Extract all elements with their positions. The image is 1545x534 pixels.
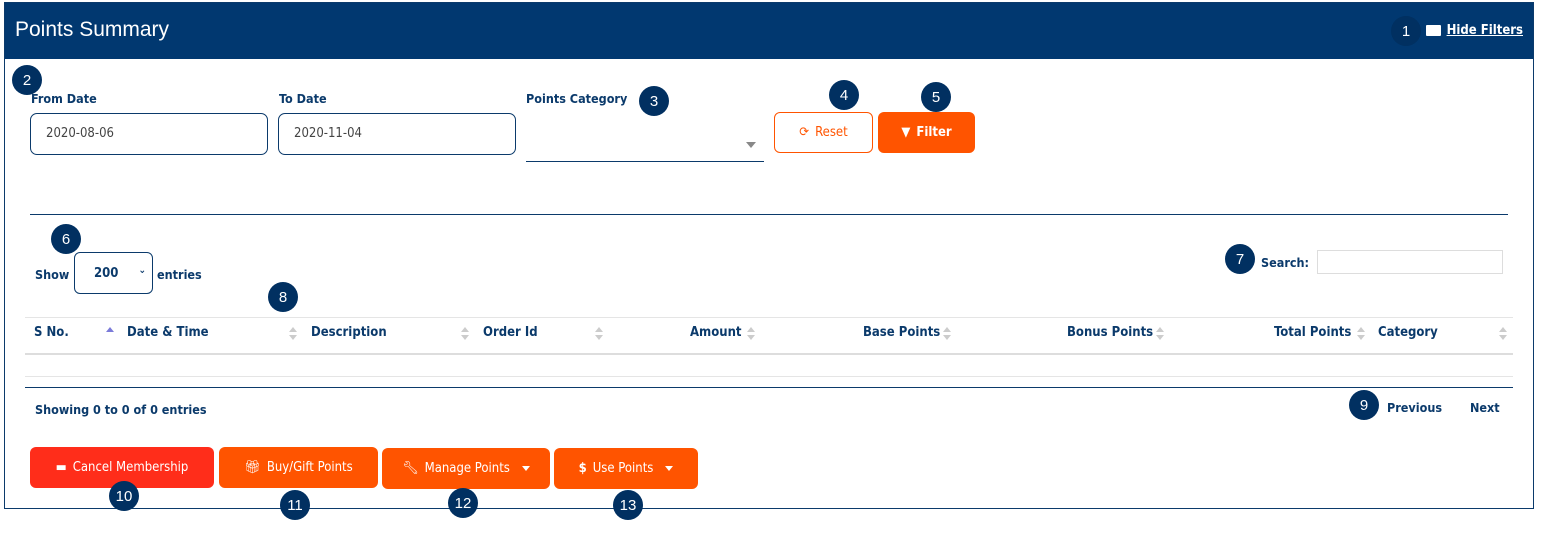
- col-base-points[interactable]: Base Points: [863, 325, 940, 340]
- hide-filters-link[interactable]: Hide Filters: [1425, 23, 1523, 38]
- badge: 11: [280, 490, 310, 520]
- hide-filters-label: Hide Filters: [1446, 23, 1523, 38]
- buy-label: Buy/Gift Points: [266, 460, 353, 475]
- panel-header: Points Summary Hide Filters: [5, 3, 1533, 59]
- buy-gift-points-button[interactable]: 🎁︎ Buy/Gift Points: [219, 447, 378, 488]
- page-title: Points Summary: [15, 18, 170, 41]
- badge: 12: [448, 488, 478, 518]
- manage-points-button[interactable]: 🔧︎ Manage Points: [382, 448, 550, 489]
- badge: 8: [268, 282, 298, 312]
- filter-icon: ▼: [901, 125, 911, 140]
- badge: 4: [829, 80, 859, 110]
- refresh-icon: ⟳: [799, 125, 810, 140]
- filter-label: Filter: [916, 125, 952, 140]
- points-category-select[interactable]: [526, 112, 764, 162]
- empty-row: [25, 376, 1513, 377]
- divider: [30, 214, 1508, 215]
- show-label: Show: [35, 267, 70, 282]
- table-top-line: [25, 317, 1513, 318]
- from-date-input[interactable]: 2020-08-06: [30, 113, 268, 155]
- caret-down-icon: [665, 466, 674, 475]
- header-divider: [25, 353, 1513, 355]
- wrench-icon: 🔧︎: [402, 461, 419, 476]
- badge: 1: [1391, 16, 1421, 46]
- to-date-input[interactable]: 2020-11-04: [278, 113, 516, 155]
- badge: 6: [51, 224, 81, 254]
- folder-icon: [1425, 25, 1441, 36]
- entries-select[interactable]: 200 ⌄: [74, 252, 153, 294]
- col-bonus-points[interactable]: Bonus Points: [1067, 325, 1153, 340]
- col-description[interactable]: Description: [311, 325, 387, 340]
- dropdown-arrow-icon: [746, 142, 756, 153]
- badge: 5: [921, 82, 951, 112]
- gift-icon: 🎁︎: [244, 460, 261, 475]
- search-label: Search:: [1261, 255, 1310, 270]
- points-category-label: Points Category: [526, 91, 628, 106]
- from-date-label: From Date: [31, 91, 97, 106]
- reset-button[interactable]: ⟳ Reset: [774, 112, 873, 153]
- table-info: Showing 0 to 0 of 0 entries: [35, 402, 207, 417]
- badge: 2: [12, 65, 42, 95]
- entries-label: entries: [157, 267, 202, 282]
- next-button[interactable]: Next: [1470, 400, 1500, 415]
- manage-label: Manage Points: [424, 461, 510, 476]
- dollar-icon: $: [578, 461, 587, 476]
- minus-icon: ▬: [55, 460, 67, 475]
- badge: 7: [1225, 244, 1255, 274]
- use-points-button[interactable]: $ Use Points: [554, 448, 698, 489]
- chevron-down-icon: ⌄: [138, 265, 146, 276]
- col-date-time[interactable]: Date & Time: [127, 325, 209, 340]
- badge: 9: [1349, 390, 1379, 420]
- col-amount[interactable]: Amount: [690, 325, 742, 340]
- caret-down-icon: [521, 466, 530, 475]
- badge: 3: [639, 86, 669, 116]
- col-total-points[interactable]: Total Points: [1274, 325, 1351, 340]
- cancel-label: Cancel Membership: [72, 460, 189, 475]
- entries-value: 200: [94, 266, 119, 281]
- to-date-label: To Date: [279, 91, 327, 106]
- reset-label: Reset: [815, 125, 848, 140]
- col-s-no[interactable]: S No.: [34, 325, 69, 340]
- search-input[interactable]: [1317, 250, 1503, 274]
- previous-button[interactable]: Previous: [1387, 400, 1442, 415]
- filter-button[interactable]: ▼ Filter: [878, 112, 975, 153]
- col-category[interactable]: Category: [1378, 325, 1438, 340]
- col-order-id[interactable]: Order Id: [483, 325, 538, 340]
- use-label: Use Points: [592, 461, 654, 476]
- badge: 10: [109, 481, 139, 511]
- badge: 13: [613, 490, 643, 520]
- table-bottom-line: [25, 387, 1513, 388]
